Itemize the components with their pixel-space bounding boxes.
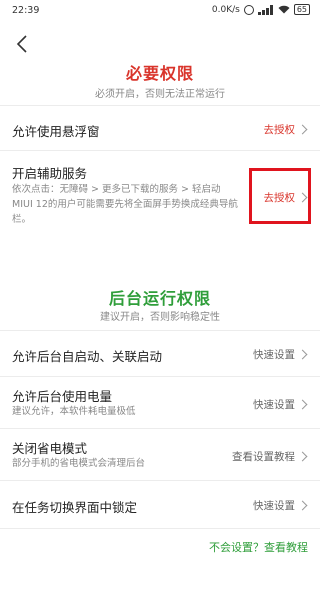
- chevron-right-icon: [297, 500, 308, 511]
- back-chevron-left-icon[interactable]: [12, 33, 34, 55]
- status-indicators: 0.0K/s 65: [212, 4, 310, 15]
- status-bar: 22:39 0.0K/s 65: [0, 0, 320, 22]
- quick-setup-label: 快速设置: [253, 500, 295, 512]
- chevron-right-icon: [297, 349, 308, 360]
- quick-setup-button[interactable]: 快速设置: [253, 397, 308, 412]
- quick-setup-button[interactable]: 快速设置: [253, 347, 308, 362]
- view-tutorial-label: 查看设置教程: [232, 451, 295, 463]
- floating-window-permission-row[interactable]: 允许使用悬浮窗 去授权: [0, 106, 320, 150]
- background-permissions-subtitle: 建议开启，否则影响稳定性: [100, 312, 220, 323]
- wifi-icon: [278, 5, 290, 14]
- row-label: 允许使用悬浮窗: [12, 124, 100, 139]
- battery-usage-row[interactable]: 允许后台使用电量 建议允许，本软件耗电量极低 快速设置: [0, 377, 320, 427]
- background-permissions-title: 后台运行权限: [108, 289, 211, 308]
- row-description: 依次点击：无障碍 > 更多已下载的服务 > 轻启动 MIUI 12的用户可能需要…: [12, 184, 238, 225]
- battery-icon: 65: [293, 4, 310, 15]
- view-tutorial-button[interactable]: 查看设置教程: [232, 449, 308, 464]
- status-time: 22:39: [12, 5, 40, 16]
- authorize-label: 去授权: [263, 124, 296, 136]
- auto-start-row[interactable]: 允许后台自启动、关联启动 快速设置: [0, 331, 320, 375]
- power-saving-row[interactable]: 关闭省电模式 部分手机的省电模式会清理后台 查看设置教程: [0, 429, 320, 479]
- quick-setup-label: 快速设置: [253, 349, 295, 361]
- row-label: 关闭省电模式: [12, 441, 88, 456]
- highlight-box: [249, 168, 311, 224]
- signal-icon: [257, 4, 274, 15]
- alarm-icon: [243, 4, 254, 15]
- row-label: 在任务切换界面中锁定: [12, 500, 138, 515]
- divider: [0, 528, 320, 529]
- required-permissions-title: 必要权限: [125, 64, 194, 83]
- required-permissions-subtitle: 必须开启，否则无法正常运行: [95, 89, 225, 100]
- network-speed: 0.0K/s: [211, 4, 240, 15]
- chevron-right-icon: [297, 124, 308, 135]
- row-label: 允许后台使用电量: [12, 389, 113, 404]
- chevron-right-icon: [297, 399, 308, 410]
- help-tutorial-link[interactable]: 不会设置？查看教程: [209, 539, 308, 555]
- authorize-button[interactable]: 去授权: [263, 122, 308, 137]
- quick-setup-label: 快速设置: [253, 399, 295, 411]
- row-description: 建议允许，本软件耗电量极低: [12, 406, 136, 417]
- row-label: 开启辅助服务: [12, 166, 88, 181]
- chevron-right-icon: [297, 451, 308, 462]
- row-label: 允许后台自启动、关联启动: [12, 349, 163, 364]
- row-description: 部分手机的省电模式会清理后台: [12, 458, 146, 469]
- quick-setup-button[interactable]: 快速设置: [253, 498, 308, 513]
- lock-in-recents-row[interactable]: 在任务切换界面中锁定 快速设置: [0, 481, 320, 527]
